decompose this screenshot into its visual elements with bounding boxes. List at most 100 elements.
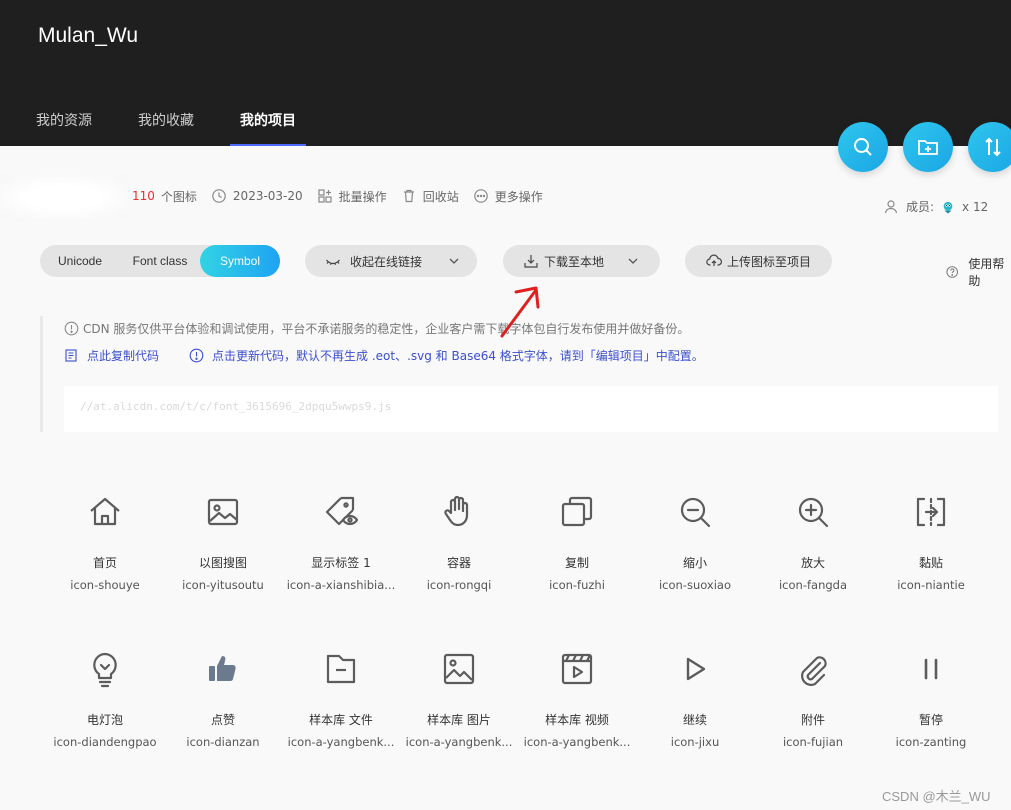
copy-code-label: 点此复制代码	[87, 349, 160, 363]
members-info[interactable]: 成员: x 12	[884, 198, 988, 215]
icon-name: 继续	[682, 713, 707, 727]
picture-icon	[443, 653, 475, 685]
member-avatar	[943, 201, 953, 214]
segment-font-class[interactable]: Font class	[120, 245, 200, 277]
upload-icons-button[interactable]: 上传图标至项目	[685, 245, 832, 277]
search-icon	[854, 138, 872, 156]
icon-card-fujian[interactable]: 附件 icon-fujian	[754, 649, 872, 749]
thumbs-up-icon	[209, 656, 236, 681]
recycle-label: 回收站	[422, 189, 459, 204]
cloud-upload-icon	[706, 254, 722, 266]
icon-name: 样本库 文件	[309, 713, 373, 727]
search-button[interactable]	[838, 122, 888, 172]
icon-name: 附件	[800, 713, 825, 727]
play-icon	[686, 657, 706, 681]
icon-code: icon-zanting	[895, 735, 967, 749]
icon-code: icon-fujian	[782, 735, 844, 749]
user-icon	[884, 199, 898, 213]
attachment-icon	[801, 656, 827, 686]
update-code-label: 点击更新代码，默认不再生成 .eot、.svg 和 Base64 格式字体，请到…	[212, 349, 704, 363]
icon-count-label: 个图标	[160, 189, 197, 204]
icon-card-yitusoutu[interactable]: 以图搜图 icon-yitusoutu	[164, 492, 282, 592]
icon-name: 电灯泡	[86, 713, 123, 727]
icon-code: icon-jixu	[670, 735, 720, 749]
trash-icon	[403, 189, 414, 203]
bulb-icon	[93, 652, 117, 688]
icon-card-jixu[interactable]: 继续 icon-jixu	[636, 649, 754, 749]
tab-my-resources[interactable]: 我的资源	[26, 110, 102, 146]
sort-button[interactable]	[968, 122, 1011, 172]
cdn-notice: CDN 服务仅供平台体验和调试使用，平台不承诺服务的稳定性，企业客户需下载字体包…	[64, 320, 689, 337]
info-icon	[189, 348, 204, 363]
icon-code: icon-fuzhi	[549, 578, 605, 592]
update-code-link[interactable]: 点击更新代码，默认不再生成 .eot、.svg 和 Base64 格式字体，请到…	[189, 347, 704, 364]
icon-card-yangbenku-wenjian[interactable]: 样本库 文件 icon-a-yangbenk...	[282, 649, 400, 749]
eye-closed-icon	[326, 259, 340, 265]
paste-icon	[916, 497, 946, 527]
segment-unicode[interactable]: Unicode	[40, 245, 120, 277]
copy-code-link[interactable]: 点此复制代码	[64, 347, 159, 364]
icon-card-yangbenku-shipin[interactable]: 样本库 视频 icon-a-yangbenk...	[518, 649, 636, 749]
members-label: 成员:	[906, 200, 935, 214]
icon-name: 暂停	[918, 713, 943, 727]
icon-card-diandengpao[interactable]: 电灯泡 icon-diandengpao	[46, 649, 164, 749]
tab-my-favorites[interactable]: 我的收藏	[128, 110, 204, 146]
download-local-button[interactable]: 下载至本地	[503, 245, 660, 277]
icon-card-xianshibiaoqian[interactable]: 显示标签 1 icon-a-xianshibia...	[282, 492, 400, 592]
project-name-blurred	[0, 176, 126, 218]
question-icon	[946, 266, 959, 278]
icon-code: icon-a-xianshibia...	[286, 578, 396, 592]
icon-card-yangbenku-tupian[interactable]: 样本库 图片 icon-a-yangbenk...	[400, 649, 518, 749]
tag-eye-icon	[325, 496, 359, 526]
project-info: 110 个图标 2023-03-20 批量操作 回收站 更多操作	[132, 187, 557, 205]
code-url: //at.alicdn.com/t/c/font_3615696_2dpqu5w…	[80, 400, 392, 413]
copy-doc-icon	[65, 349, 77, 362]
code-url-box[interactable]: //at.alicdn.com/t/c/font_3615696_2dpqu5w…	[64, 386, 998, 432]
more-icon	[473, 189, 488, 203]
icon-card-rongqi[interactable]: 容器 icon-rongqi	[400, 492, 518, 592]
icon-card-shouye[interactable]: 首页 icon-shouye	[46, 492, 164, 592]
icon-code: icon-shouye	[70, 578, 140, 592]
hand-icon	[444, 495, 469, 527]
date-text: 2023-03-20	[232, 189, 303, 203]
icon-code: icon-a-yangbenk...	[405, 735, 513, 749]
icon-code: icon-diandengpao	[53, 735, 157, 749]
more-operations-button[interactable]: 更多操作	[473, 188, 543, 205]
icon-name: 缩小	[682, 556, 707, 570]
help-link[interactable]: 使用帮助	[946, 255, 1011, 289]
icon-card-zanting[interactable]: 暂停 icon-zanting	[872, 649, 990, 749]
zoom-out-icon	[680, 497, 711, 528]
video-icon	[561, 653, 593, 685]
icon-card-fangda[interactable]: 放大 icon-fangda	[754, 492, 872, 592]
icon-name: 放大	[800, 556, 825, 570]
icon-count: 110	[132, 189, 155, 203]
tab-my-projects[interactable]: 我的项目	[230, 110, 306, 146]
batch-operation-button[interactable]: 批量操作	[317, 188, 387, 205]
download-icon	[524, 255, 538, 268]
icon-name: 点赞	[210, 713, 235, 727]
username: Mulan_Wu	[38, 24, 138, 47]
icon-card-niantie[interactable]: 黏贴 icon-niantie	[872, 492, 990, 592]
icon-name: 黏贴	[918, 556, 943, 570]
icon-card-fuzhi[interactable]: 复制 icon-fuzhi	[518, 492, 636, 592]
icon-code: icon-suoxiao	[658, 578, 732, 592]
sort-icon	[985, 137, 1001, 157]
icon-name: 首页	[92, 556, 117, 570]
upload-label: 上传图标至项目	[727, 254, 812, 269]
collapse-link-button[interactable]: 收起在线链接	[305, 245, 477, 277]
project-date: 2023-03-20	[211, 188, 303, 204]
recycle-bin-button[interactable]: 回收站	[401, 188, 459, 205]
segment-symbol[interactable]: Symbol	[200, 245, 280, 277]
icon-card-suoxiao[interactable]: 缩小 icon-suoxiao	[636, 492, 754, 592]
image-icon	[207, 498, 239, 526]
more-label: 更多操作	[494, 189, 543, 204]
icon-code: icon-niantie	[897, 578, 965, 592]
icon-code: icon-rongqi	[426, 578, 492, 592]
download-label: 下载至本地	[544, 254, 605, 269]
icon-name: 样本库 图片	[427, 713, 491, 727]
icon-name: 显示标签 1	[311, 556, 371, 570]
new-folder-button[interactable]	[903, 122, 953, 172]
nav-tabs: 我的资源 我的收藏 我的项目	[0, 110, 306, 146]
folder-add-icon	[918, 140, 938, 155]
icon-card-dianzan[interactable]: 点赞 icon-dianzan	[164, 649, 282, 749]
